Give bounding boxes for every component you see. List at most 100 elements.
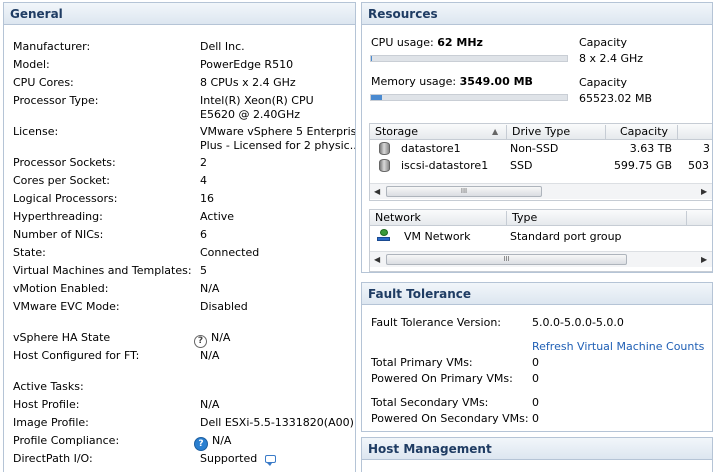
info-value: 16 bbox=[200, 192, 214, 205]
info-value: 8 CPUs x 2.4 GHz bbox=[200, 76, 296, 89]
ft-total-secondary-label: Total Secondary VMs: bbox=[371, 396, 489, 409]
memory-capacity-label: Capacity bbox=[579, 76, 628, 89]
network-horizontal-scrollbar[interactable]: ◀ III ▶ bbox=[370, 251, 712, 267]
info-value: Supported bbox=[200, 452, 258, 465]
ft-total-secondary-value: 0 bbox=[532, 396, 539, 409]
memory-usage: Memory usage: 3549.00 MB bbox=[371, 75, 533, 88]
scroll-left-icon[interactable]: ◀ bbox=[374, 255, 380, 264]
storage-extra: 3 bbox=[703, 142, 710, 155]
column-header-network[interactable]: Network bbox=[370, 211, 507, 225]
resources-panel-title: Resources bbox=[362, 3, 712, 25]
info-label: Host Configured for FT: bbox=[13, 349, 140, 362]
scroll-right-icon[interactable]: ▶ bbox=[701, 255, 707, 264]
storage-drive-type: Non-SSD bbox=[510, 142, 559, 155]
network-name: VM Network bbox=[404, 230, 471, 243]
datastore-icon bbox=[379, 159, 390, 172]
info-value: 4 bbox=[200, 174, 207, 187]
cpu-usage-label: CPU usage: bbox=[371, 36, 434, 49]
table-row[interactable]: VM Network Standard port group bbox=[370, 226, 712, 248]
table-row[interactable]: datastore1 Non-SSD 3.63 TB 3 bbox=[370, 140, 712, 157]
ft-total-primary-value: 0 bbox=[532, 356, 539, 369]
info-value-wrap: ? N/A bbox=[194, 331, 354, 348]
column-header-storage[interactable]: Storage bbox=[370, 125, 507, 139]
info-label: Number of NICs: bbox=[13, 228, 104, 241]
info-label: License: bbox=[13, 125, 59, 138]
cpu-usage: CPU usage: 62 MHz bbox=[371, 36, 483, 49]
info-label: Hyperthreading: bbox=[13, 210, 103, 223]
network-table-header: Network Type bbox=[370, 210, 712, 226]
info-label: Manufacturer: bbox=[13, 40, 91, 53]
storage-name: iscsi-datastore1 bbox=[401, 159, 489, 172]
ft-total-primary-label: Total Primary VMs: bbox=[371, 356, 473, 369]
info-value-wrap: Supported bbox=[200, 452, 355, 466]
help-icon[interactable]: ? bbox=[194, 437, 208, 451]
datastore-icon bbox=[379, 142, 390, 155]
host-management-panel-title: Host Management bbox=[362, 438, 712, 460]
comment-icon[interactable] bbox=[265, 455, 277, 466]
ft-powered-secondary-value: 0 bbox=[532, 412, 539, 425]
scroll-left-icon[interactable]: ◀ bbox=[374, 187, 380, 196]
storage-capacity: 3.63 TB bbox=[629, 142, 672, 155]
info-label: Profile Compliance: bbox=[13, 434, 120, 447]
fault-tolerance-panel-title: Fault Tolerance bbox=[362, 283, 712, 305]
table-row[interactable]: iscsi-datastore1 SSD 599.75 GB 503 bbox=[370, 157, 712, 174]
info-value: Disabled bbox=[200, 300, 248, 313]
memory-usage-label: Memory usage: bbox=[371, 75, 457, 88]
info-label: Processor Type: bbox=[13, 94, 99, 107]
info-label: Virtual Machines and Templates: bbox=[13, 264, 192, 277]
memory-usage-bar-fill bbox=[371, 95, 382, 100]
info-label: vSphere HA State bbox=[13, 331, 111, 344]
info-label: Processor Sockets: bbox=[13, 156, 116, 169]
info-label: CPU Cores: bbox=[13, 76, 74, 89]
column-header-capacity[interactable]: Capacity bbox=[606, 125, 678, 139]
refresh-vm-counts-link[interactable]: Refresh Virtual Machine Counts bbox=[532, 340, 704, 353]
cpu-capacity-value: 8 x 2.4 GHz bbox=[579, 52, 644, 65]
help-icon[interactable]: ? bbox=[194, 335, 207, 348]
storage-extra: 503 bbox=[688, 159, 709, 172]
info-value: Dell Inc. bbox=[200, 40, 245, 53]
ft-powered-primary-value: 0 bbox=[532, 372, 539, 385]
resources-panel: Resources CPU usage: 62 MHz Capacity 8 x… bbox=[361, 2, 713, 273]
storage-drive-type: SSD bbox=[510, 159, 533, 172]
info-label: Cores per Socket: bbox=[13, 174, 110, 187]
scrollbar-thumb[interactable]: III bbox=[386, 186, 542, 197]
memory-capacity-value: 65523.02 MB bbox=[579, 92, 653, 105]
memory-usage-value: 3549.00 MB bbox=[459, 75, 533, 88]
info-value: N/A bbox=[211, 331, 231, 344]
column-header-drive-type[interactable]: Drive Type bbox=[507, 125, 606, 139]
cpu-usage-value: 62 MHz bbox=[437, 36, 483, 49]
column-header-type[interactable]: Type bbox=[507, 211, 687, 225]
info-value: Intel(R) Xeon(R) CPU E5620 @ 2.40GHz bbox=[200, 94, 314, 121]
scroll-right-icon[interactable]: ▶ bbox=[701, 187, 707, 196]
info-value: 6 bbox=[200, 228, 207, 241]
info-value: Connected bbox=[200, 246, 260, 259]
network-icon bbox=[377, 229, 390, 242]
ft-version-value: 5.0.0-5.0.0-5.0.0 bbox=[532, 316, 624, 329]
cpu-capacity-label: Capacity bbox=[579, 36, 628, 49]
general-panel: General Manufacturer: Dell Inc. Model: P… bbox=[3, 2, 356, 472]
ft-powered-primary-label: Powered On Primary VMs: bbox=[371, 372, 513, 385]
info-value: Dell ESXi-5.5-1331820(A00) bbox=[200, 416, 354, 429]
cpu-usage-bar bbox=[370, 55, 568, 62]
info-value: 5 bbox=[200, 264, 207, 277]
fault-tolerance-panel: Fault Tolerance Fault Tolerance Version:… bbox=[361, 282, 713, 432]
storage-capacity: 599.75 GB bbox=[613, 159, 672, 172]
network-table: Network Type VM Network Standard port gr… bbox=[369, 209, 712, 272]
info-value: VMware vSphere 5 Enterprise Plus - Licen… bbox=[200, 125, 356, 152]
storage-horizontal-scrollbar[interactable]: ◀ III ▶ bbox=[370, 183, 712, 199]
memory-usage-bar bbox=[370, 94, 568, 101]
host-management-panel: Host Management bbox=[361, 437, 713, 472]
info-value: Active bbox=[200, 210, 235, 223]
storage-table-header: Storage ▲ Drive Type Capacity bbox=[370, 124, 712, 140]
info-label: Active Tasks: bbox=[13, 380, 84, 393]
cpu-usage-bar-fill bbox=[371, 56, 372, 61]
scrollbar-thumb[interactable]: III bbox=[386, 254, 627, 265]
info-value: PowerEdge R510 bbox=[200, 58, 294, 71]
info-label: VMware EVC Mode: bbox=[13, 300, 120, 313]
info-label: Logical Processors: bbox=[13, 192, 118, 205]
storage-name: datastore1 bbox=[401, 142, 461, 155]
general-panel-title: General bbox=[4, 3, 355, 25]
info-value: N/A bbox=[212, 434, 232, 447]
ft-powered-secondary-label: Powered On Secondary VMs: bbox=[371, 412, 529, 425]
info-label: Image Profile: bbox=[13, 416, 89, 429]
